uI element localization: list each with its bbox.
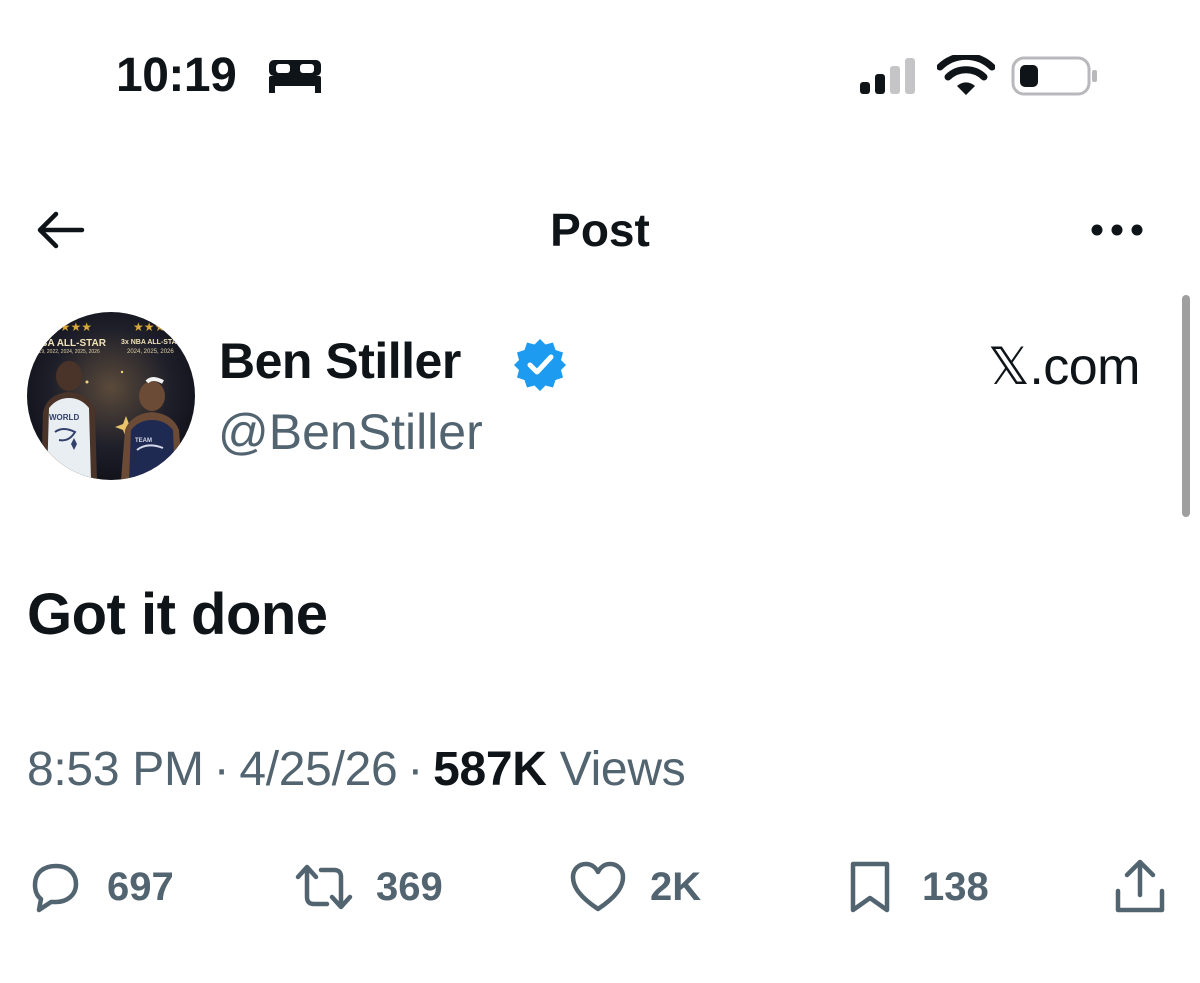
svg-text:WORLD: WORLD — [49, 413, 79, 422]
heart-icon — [570, 861, 626, 912]
svg-text:★★★★: ★★★★ — [49, 320, 92, 334]
author-avatar[interactable]: ★★★★ ★★★ NBA ALL-STAR 3x NBA ALL-STAR 20… — [27, 312, 195, 480]
bed-icon — [269, 60, 321, 93]
scrollbar[interactable] — [1182, 295, 1190, 517]
like-count: 2K — [650, 865, 702, 909]
more-horizontal-icon[interactable] — [1086, 214, 1148, 246]
reply-count: 697 — [107, 865, 174, 909]
share-button[interactable] — [1110, 857, 1170, 917]
views-label[interactable]: Views — [560, 743, 686, 796]
avatar-years-left: 2019, 2022, 2024, 2025, 2026 — [33, 349, 100, 355]
share-icon — [1115, 859, 1165, 913]
avatar-caption-left: NBA ALL-STAR — [33, 338, 107, 349]
views-count[interactable]: 587K — [433, 743, 547, 796]
tweet-date[interactable]: 4/25/26 — [239, 743, 397, 796]
status-time: 10:19 — [116, 49, 237, 102]
avatar-image: ★★★★ ★★★ NBA ALL-STAR 3x NBA ALL-STAR 20… — [27, 312, 195, 480]
reply-button[interactable]: 697 — [25, 857, 174, 917]
tweet-text: Got it done — [27, 582, 328, 647]
like-button[interactable]: 2K — [568, 857, 701, 917]
separator-dot: · — [407, 743, 424, 796]
repost-button[interactable]: 369 — [294, 857, 443, 917]
bookmark-count: 138 — [922, 865, 989, 909]
bookmark-button[interactable]: 138 — [840, 857, 989, 917]
repost-icon — [295, 864, 353, 910]
battery-icon — [1011, 56, 1097, 96]
author-name[interactable]: Ben Stiller — [219, 331, 461, 391]
author-handle[interactable]: @BenStiller — [218, 402, 483, 462]
cellular-signal-icon — [860, 58, 915, 94]
svg-text:TEAM: TEAM — [135, 438, 152, 444]
repost-count: 369 — [376, 865, 443, 909]
tweet-meta: 8:53 PM · 4/25/26 · 587K Views — [27, 740, 686, 800]
wifi-icon — [937, 55, 995, 95]
separator-dot: · — [213, 743, 230, 796]
tweet-time[interactable]: 8:53 PM — [27, 743, 204, 796]
page-title: Post — [550, 204, 650, 256]
avatar-caption-right: 3x NBA ALL-STAR — [121, 339, 182, 346]
reply-icon — [32, 863, 79, 913]
verified-badge-icon[interactable] — [513, 337, 567, 391]
avatar-years-right: 2024, 2025, 2026 — [127, 349, 174, 355]
bookmark-icon — [850, 861, 890, 913]
source-label: 𝕏.com — [987, 338, 1141, 396]
svg-text:★★★: ★★★ — [133, 320, 165, 334]
